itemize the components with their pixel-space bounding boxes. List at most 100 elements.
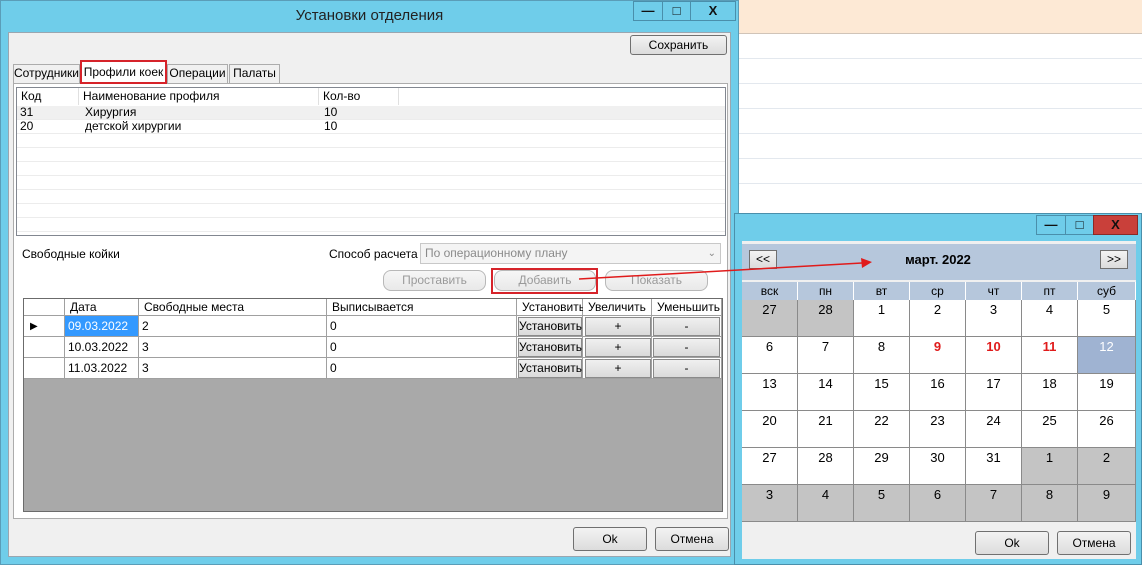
- decrease-button[interactable]: -: [653, 338, 720, 357]
- calendar-day[interactable]: 4: [798, 485, 854, 522]
- column-header-date[interactable]: Дата: [65, 299, 139, 316]
- cell-date[interactable]: 10.03.2022: [65, 337, 139, 358]
- calendar-day[interactable]: 20: [742, 411, 798, 448]
- calendar-day[interactable]: 11: [1022, 337, 1078, 374]
- calendar-day[interactable]: 6: [742, 337, 798, 374]
- calendar-day[interactable]: 29: [854, 448, 910, 485]
- calendar-day[interactable]: 8: [854, 337, 910, 374]
- calendar-ok-button[interactable]: Ok: [975, 531, 1049, 555]
- show-button[interactable]: Показать: [605, 270, 708, 291]
- increase-button[interactable]: +: [585, 317, 651, 336]
- calendar-minimize-button[interactable]: —: [1036, 215, 1066, 235]
- increase-button[interactable]: +: [585, 359, 651, 378]
- calendar-day[interactable]: 3: [966, 300, 1022, 337]
- list-item[interactable]: 31 Хирургия 10: [17, 106, 725, 120]
- calendar-day[interactable]: 12: [1078, 337, 1136, 374]
- calendar-day[interactable]: 3: [742, 485, 798, 522]
- minimize-button[interactable]: —: [633, 1, 663, 21]
- column-header-discharged[interactable]: Выписывается: [327, 299, 517, 316]
- set-button[interactable]: Проставить: [383, 270, 486, 291]
- bed-profiles-list[interactable]: Код Наименование профиля Кол-во 31 Хирур…: [16, 87, 726, 236]
- cell-free-places[interactable]: 2: [139, 316, 327, 337]
- current-row-indicator[interactable]: ▶: [24, 316, 65, 337]
- calendar-day[interactable]: 22: [854, 411, 910, 448]
- free-beds-grid[interactable]: Дата Свободные места Выписывается Устано…: [23, 298, 723, 512]
- calendar-day[interactable]: 21: [798, 411, 854, 448]
- calendar-day[interactable]: 27: [742, 448, 798, 485]
- decrease-button[interactable]: -: [653, 359, 720, 378]
- column-header-code[interactable]: Код: [17, 88, 79, 105]
- calendar-day[interactable]: 4: [1022, 300, 1078, 337]
- tab-staff[interactable]: Сотрудники: [13, 64, 80, 83]
- calendar-month-title[interactable]: март. 2022: [838, 252, 1038, 267]
- calendar-day[interactable]: 7: [966, 485, 1022, 522]
- calendar-day[interactable]: 25: [1022, 411, 1078, 448]
- calendar-day[interactable]: 1: [854, 300, 910, 337]
- calendar-day[interactable]: 28: [798, 448, 854, 485]
- column-header-set[interactable]: Установить: [517, 299, 585, 316]
- increase-button[interactable]: +: [585, 338, 651, 357]
- background-row-line: [739, 133, 1142, 134]
- save-button[interactable]: Сохранить: [630, 35, 727, 55]
- tab-wards[interactable]: Палаты: [229, 64, 280, 83]
- tab-bed-profiles[interactable]: Профили коек: [80, 60, 167, 84]
- cell-discharged[interactable]: 0: [327, 337, 517, 358]
- calc-method-select[interactable]: По операционному плану ⌄: [420, 243, 721, 264]
- set-row-button[interactable]: Установить: [518, 359, 582, 378]
- calendar-day[interactable]: 23: [910, 411, 966, 448]
- calendar-day[interactable]: 27: [742, 300, 798, 337]
- calendar-maximize-button[interactable]: □: [1065, 215, 1094, 235]
- calendar-day[interactable]: 7: [798, 337, 854, 374]
- column-header-count[interactable]: Кол-во: [319, 88, 399, 105]
- calendar-day[interactable]: 17: [966, 374, 1022, 411]
- calendar-day[interactable]: 5: [1078, 300, 1136, 337]
- calendar-day[interactable]: 9: [910, 337, 966, 374]
- column-header-profile-name[interactable]: Наименование профиля: [79, 88, 319, 105]
- calendar-day[interactable]: 16: [910, 374, 966, 411]
- calendar-day[interactable]: 24: [966, 411, 1022, 448]
- calendar-day[interactable]: 8: [1022, 485, 1078, 522]
- row-header[interactable]: [24, 337, 65, 358]
- column-header-free-places[interactable]: Свободные места: [139, 299, 327, 316]
- calendar-close-button[interactable]: X: [1093, 215, 1138, 235]
- set-row-button[interactable]: Установить: [518, 338, 582, 357]
- close-button[interactable]: X: [690, 1, 736, 21]
- calc-method-label: Способ расчета: [329, 247, 418, 261]
- decrease-button[interactable]: -: [653, 317, 720, 336]
- calendar-day[interactable]: 1: [1022, 448, 1078, 485]
- cell-discharged[interactable]: 0: [327, 358, 517, 379]
- calendar-day[interactable]: 13: [742, 374, 798, 411]
- set-row-button[interactable]: Установить: [518, 317, 582, 336]
- calendar-day[interactable]: 28: [798, 300, 854, 337]
- cell-date[interactable]: 09.03.2022: [65, 316, 139, 337]
- cell-free-places[interactable]: 3: [139, 358, 327, 379]
- ok-button[interactable]: Ok: [573, 527, 647, 551]
- calendar-day[interactable]: 5: [854, 485, 910, 522]
- tab-operations[interactable]: Операции: [167, 64, 228, 83]
- calendar-day[interactable]: 19: [1078, 374, 1136, 411]
- calendar-day[interactable]: 31: [966, 448, 1022, 485]
- calendar-day[interactable]: 2: [1078, 448, 1136, 485]
- calendar-day[interactable]: 14: [798, 374, 854, 411]
- next-month-button[interactable]: >>: [1100, 250, 1128, 269]
- row-header[interactable]: [24, 358, 65, 379]
- column-header-decrease[interactable]: Уменьшить: [652, 299, 722, 316]
- cell-discharged[interactable]: 0: [327, 316, 517, 337]
- calendar-day[interactable]: 10: [966, 337, 1022, 374]
- calendar-day[interactable]: 2: [910, 300, 966, 337]
- calendar-day[interactable]: 30: [910, 448, 966, 485]
- maximize-button[interactable]: □: [662, 1, 691, 21]
- cell-free-places[interactable]: 3: [139, 337, 327, 358]
- calendar-day[interactable]: 6: [910, 485, 966, 522]
- list-item[interactable]: 20 детской хирургии 10: [17, 120, 725, 134]
- previous-month-button[interactable]: <<: [749, 250, 777, 269]
- calendar-day[interactable]: 26: [1078, 411, 1136, 448]
- calendar-day[interactable]: 9: [1078, 485, 1136, 522]
- calendar-day[interactable]: 18: [1022, 374, 1078, 411]
- cell-date[interactable]: 11.03.2022: [65, 358, 139, 379]
- column-header-increase[interactable]: Увеличить: [583, 299, 652, 316]
- calendar-cancel-button[interactable]: Отмена: [1057, 531, 1131, 555]
- cancel-button[interactable]: Отмена: [655, 527, 729, 551]
- maximize-icon: □: [672, 3, 681, 18]
- calendar-day[interactable]: 15: [854, 374, 910, 411]
